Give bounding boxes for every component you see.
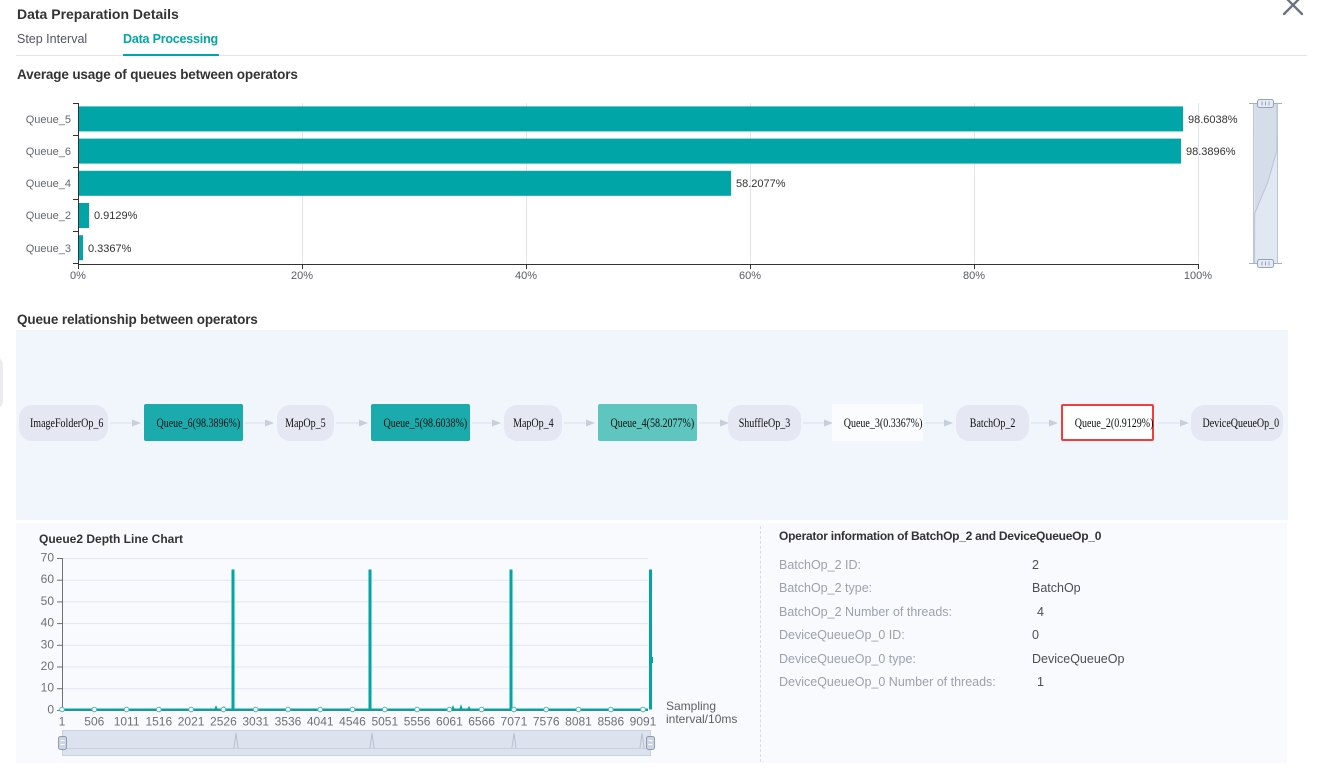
svg-text:60: 60 bbox=[41, 572, 55, 586]
svg-text:1516: 1516 bbox=[145, 715, 172, 729]
svg-text:100%: 100% bbox=[1184, 270, 1212, 282]
svg-text:50: 50 bbox=[41, 594, 55, 608]
svg-text:70: 70 bbox=[41, 551, 55, 565]
svg-text:58.2077%: 58.2077% bbox=[736, 178, 786, 190]
svg-text:Queue_2: Queue_2 bbox=[26, 210, 71, 222]
svg-text:506: 506 bbox=[84, 715, 104, 729]
svg-text:7071: 7071 bbox=[501, 715, 528, 729]
svg-text:1: 1 bbox=[59, 715, 66, 729]
svg-text:98.3896%: 98.3896% bbox=[1186, 146, 1236, 158]
svg-text:60%: 60% bbox=[739, 270, 761, 282]
svg-text:Queue_3: Queue_3 bbox=[26, 243, 71, 255]
svg-text:9091: 9091 bbox=[630, 715, 657, 729]
svg-text:20%: 20% bbox=[291, 270, 313, 282]
svg-text:2526: 2526 bbox=[210, 715, 237, 729]
svg-text:40: 40 bbox=[41, 616, 55, 630]
svg-text:8586: 8586 bbox=[597, 715, 624, 729]
svg-text:5051: 5051 bbox=[371, 715, 398, 729]
svg-text:interval/10ms: interval/10ms bbox=[666, 712, 737, 726]
svg-text:80%: 80% bbox=[963, 270, 985, 282]
svg-text:Queue_4: Queue_4 bbox=[26, 178, 71, 190]
svg-text:7576: 7576 bbox=[533, 715, 560, 729]
svg-text:5556: 5556 bbox=[404, 715, 431, 729]
svg-text:6566: 6566 bbox=[468, 715, 495, 729]
svg-text:0.9129%: 0.9129% bbox=[94, 210, 138, 222]
svg-text:40%: 40% bbox=[515, 270, 537, 282]
svg-text:Sampling: Sampling bbox=[666, 699, 716, 713]
svg-text:2021: 2021 bbox=[178, 715, 205, 729]
svg-text:0: 0 bbox=[47, 703, 54, 717]
svg-text:0%: 0% bbox=[70, 270, 86, 282]
svg-text:3536: 3536 bbox=[275, 715, 302, 729]
svg-text:Queue_6: Queue_6 bbox=[26, 146, 71, 158]
svg-text:98.6038%: 98.6038% bbox=[1188, 114, 1238, 126]
svg-text:20: 20 bbox=[41, 659, 55, 673]
svg-text:Queue_5: Queue_5 bbox=[26, 114, 71, 126]
svg-text:8081: 8081 bbox=[565, 715, 592, 729]
svg-text:4041: 4041 bbox=[307, 715, 334, 729]
svg-text:6061: 6061 bbox=[436, 715, 463, 729]
svg-text:30: 30 bbox=[41, 637, 55, 651]
svg-text:1011: 1011 bbox=[114, 715, 140, 729]
svg-text:10: 10 bbox=[41, 681, 55, 695]
svg-text:3031: 3031 bbox=[242, 715, 269, 729]
svg-text:4546: 4546 bbox=[339, 715, 366, 729]
svg-text:0.3367%: 0.3367% bbox=[88, 243, 132, 255]
